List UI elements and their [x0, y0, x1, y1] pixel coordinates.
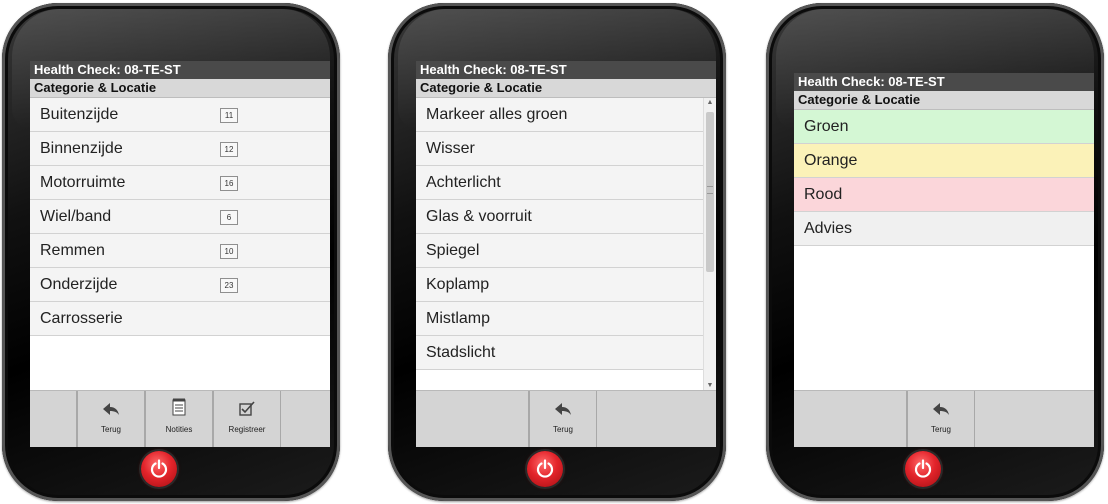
list-item-stadslicht[interactable]: Stadslicht [416, 336, 704, 370]
power-button[interactable] [527, 451, 563, 487]
list-item-label: Wiel/band [40, 208, 112, 225]
list-item-carrosserie[interactable]: Carrosserie [30, 302, 330, 336]
phone-2-screen: Health Check: 08-TE-ST Categorie & Locat… [416, 61, 716, 447]
page-title: Health Check: 08-TE-ST [416, 61, 716, 79]
status-list: Groen Orange Rood Advies [794, 110, 1094, 391]
list-item-label: Binnenzijde [40, 140, 123, 157]
list-item-markeer-alles-groen[interactable]: Markeer alles groen [416, 98, 704, 132]
scrollbar-grip-icon [707, 186, 713, 194]
toolbar-spacer [794, 391, 907, 447]
list-item-label: Stadslicht [426, 344, 496, 361]
list-item-binnenzijde[interactable]: Binnenzijde 12 [30, 132, 330, 166]
list-item-label: Markeer alles groen [426, 106, 568, 123]
list-item-label: Achterlicht [426, 174, 501, 191]
count-badge: 6 [220, 210, 238, 225]
count-badge: 23 [220, 278, 238, 293]
scroll-up-arrow-icon[interactable]: ▲ [704, 98, 716, 108]
vertical-scrollbar[interactable]: ▲ ▼ [703, 98, 716, 391]
list-item-label: Koplamp [426, 276, 490, 293]
list-item-label: Rood [804, 186, 843, 203]
phone-1-screen: Health Check: 08-TE-ST Categorie & Locat… [30, 61, 330, 447]
category-list: Buitenzijde 11 Binnenzijde 12 Motorruimte 1… [30, 98, 330, 391]
phone-1: Health Check: 08-TE-ST Categorie & Locat… [2, 3, 340, 501]
back-button[interactable]: Terug [907, 391, 975, 447]
list-item-buitenzijde[interactable]: Buitenzijde 11 [30, 98, 330, 132]
list-item-label: Buitenzijde [40, 106, 119, 123]
back-button-label: Terug [930, 425, 951, 434]
list-item-label: Glas & voorruit [426, 208, 532, 225]
list-item-label: Spiegel [426, 242, 480, 259]
notes-button[interactable]: Notities [145, 391, 213, 447]
count-badge: 16 [220, 176, 238, 191]
list-item-label: Carrosserie [40, 310, 123, 327]
back-arrow-icon [530, 397, 596, 423]
register-button[interactable]: Registreer [213, 391, 281, 447]
list-item-label: Mistlamp [426, 310, 491, 327]
list-item-achterlicht[interactable]: Achterlicht [416, 166, 704, 200]
count-badge: 10 [220, 244, 238, 259]
list-item-koplamp[interactable]: Koplamp [416, 268, 704, 302]
page-title: Health Check: 08-TE-ST [794, 73, 1094, 91]
list-item-spiegel[interactable]: Spiegel [416, 234, 704, 268]
list-item-mistlamp[interactable]: Mistlamp [416, 302, 704, 336]
list-item-label: Groen [804, 118, 849, 135]
list-item-onderzijde[interactable]: Onderzijde 23 [30, 268, 330, 302]
list-item-rood[interactable]: Rood [794, 178, 1094, 212]
list-item-label: Advies [804, 220, 853, 237]
section-header: Categorie & Locatie [30, 79, 330, 98]
power-icon [150, 459, 168, 478]
back-arrow-icon [78, 397, 144, 423]
section-header: Categorie & Locatie [416, 79, 716, 98]
register-button-label: Registreer [228, 425, 266, 434]
list-item-remmen[interactable]: Remmen 10 [30, 234, 330, 268]
power-icon [536, 459, 554, 478]
bottom-toolbar: Terug [794, 390, 1094, 447]
list-item-wiel-band[interactable]: Wiel/band 6 [30, 200, 330, 234]
bottom-toolbar: Terug [416, 390, 716, 447]
power-button[interactable] [905, 451, 941, 487]
bottom-toolbar: Terug Notities Registreer [30, 390, 330, 447]
list-item-label: Wisser [426, 140, 475, 157]
phone-3-screen: Health Check: 08-TE-ST Categorie & Locat… [794, 73, 1094, 447]
back-arrow-icon [908, 397, 974, 423]
list-item-orange[interactable]: Orange [794, 144, 1094, 178]
back-button[interactable]: Terug [77, 391, 145, 447]
page-title: Health Check: 08-TE-ST [30, 61, 330, 79]
back-button-label: Terug [552, 425, 573, 434]
notes-button-label: Notities [165, 425, 193, 434]
list-item-motorruimte[interactable]: Motorruimte 16 [30, 166, 330, 200]
count-badge: 12 [220, 142, 238, 157]
power-icon [914, 459, 932, 478]
item-list: Markeer alles groen Wisser Achterlicht G… [416, 98, 704, 391]
phone-2: Health Check: 08-TE-ST Categorie & Locat… [388, 3, 726, 501]
notepad-icon [146, 397, 212, 423]
list-item-label: Onderzijde [40, 276, 118, 293]
back-button[interactable]: Terug [529, 391, 597, 447]
list-item-label: Motorruimte [40, 174, 126, 191]
count-badge: 11 [220, 108, 238, 123]
toolbar-spacer [30, 391, 77, 447]
list-item-label: Remmen [40, 242, 105, 259]
list-item-wisser[interactable]: Wisser [416, 132, 704, 166]
list-item-glas-voorruit[interactable]: Glas & voorruit [416, 200, 704, 234]
list-item-advies[interactable]: Advies [794, 212, 1094, 246]
toolbar-spacer [416, 391, 529, 447]
back-button-label: Terug [100, 425, 121, 434]
power-button[interactable] [141, 451, 177, 487]
checkbox-icon [214, 397, 280, 423]
phone-3: Health Check: 08-TE-ST Categorie & Locat… [766, 3, 1104, 501]
list-item-groen[interactable]: Groen [794, 110, 1094, 144]
list-item-label: Orange [804, 152, 858, 169]
section-header: Categorie & Locatie [794, 91, 1094, 110]
